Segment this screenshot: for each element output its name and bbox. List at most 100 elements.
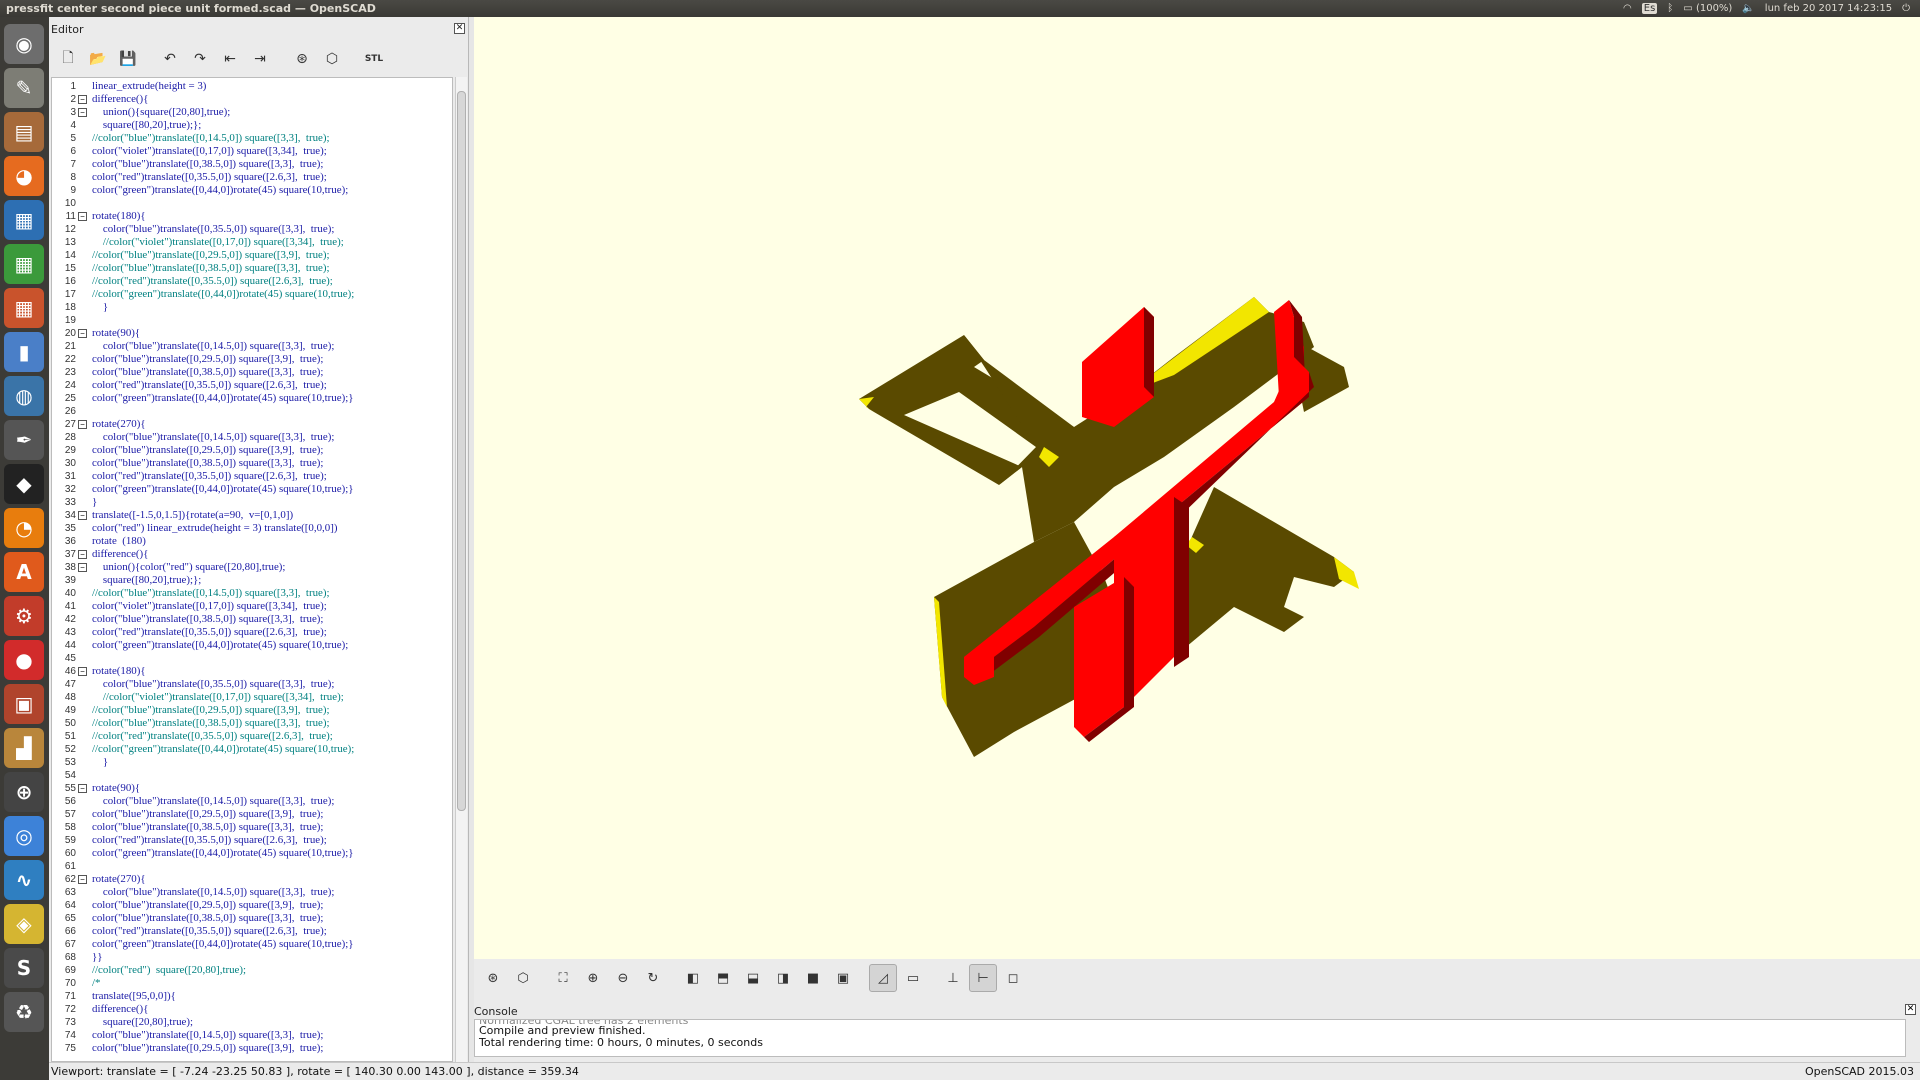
chair-icon[interactable]: ▟ <box>4 728 44 768</box>
code-editor[interactable]: 1 linear_extrude(height = 3) 2− difference(… <box>51 77 453 1062</box>
view-front-button[interactable]: ■ <box>799 964 827 992</box>
code-line[interactable]: 6 color("violet")translate([0,17,0]) squa… <box>52 145 452 158</box>
3d-viewport[interactable] <box>474 17 1920 959</box>
code-line[interactable]: 47 color("blue")translate([0,35.5,0]) sq… <box>52 678 452 691</box>
code-line[interactable]: 2− difference(){ <box>52 93 452 106</box>
code-line[interactable]: 51 //color("red")translate([0,35.5,0]) sq… <box>52 730 452 743</box>
indent-button[interactable]: ⇥ <box>247 46 273 72</box>
fold-toggle[interactable]: − <box>78 563 87 572</box>
code-line[interactable]: 61 <box>52 860 452 873</box>
export-stl-button[interactable]: STL <box>361 46 387 72</box>
console-output[interactable]: Normalized CGAL tree has 2 elementsCompi… <box>474 1019 1906 1057</box>
code-line[interactable]: 74 color("blue")translate([0,14.5,0]) squ… <box>52 1029 452 1042</box>
code-line[interactable]: 12 color("blue")translate([0,35.5,0]) sq… <box>52 223 452 236</box>
code-line[interactable]: 71 translate([95,0,0]){ <box>52 990 452 1003</box>
writer-icon[interactable]: ▦ <box>4 200 44 240</box>
archive-icon[interactable]: ▣ <box>4 684 44 724</box>
code-line[interactable]: 35 color("red") linear_extrude(height = 3… <box>52 522 452 535</box>
redo-button[interactable]: ↷ <box>187 46 213 72</box>
editor-render-button[interactable]: ⬡ <box>319 46 345 72</box>
calc-icon[interactable]: ▦ <box>4 244 44 284</box>
shutter-icon[interactable]: ◍ <box>4 376 44 416</box>
view-left-button[interactable]: ◨ <box>769 964 797 992</box>
code-line[interactable]: 46− rotate(180){ <box>52 665 452 678</box>
code-line[interactable]: 67 color("green")translate([0,44,0])rotat… <box>52 938 452 951</box>
view-all-button[interactable]: ⛶ <box>549 964 577 992</box>
code-line[interactable]: 24 color("red")translate([0,35.5,0]) squa… <box>52 379 452 392</box>
fold-toggle[interactable]: − <box>78 212 87 221</box>
view-bottom-button[interactable]: ⬓ <box>739 964 767 992</box>
settings-icon[interactable]: ⚙ <box>4 596 44 636</box>
inkscape-icon[interactable]: ✒ <box>4 420 44 460</box>
trash-icon[interactable]: ♻ <box>4 992 44 1032</box>
code-line[interactable]: 28 color("blue")translate([0,14.5,0]) sq… <box>52 431 452 444</box>
code-line[interactable]: 50 //color("blue")translate([0,38.5,0]) s… <box>52 717 452 730</box>
code-line[interactable]: 1 linear_extrude(height = 3) <box>52 80 452 93</box>
undo-button[interactable]: ↶ <box>157 46 183 72</box>
open-file-button[interactable]: 📂 <box>85 46 111 72</box>
keyboard-indicator[interactable]: Es <box>1641 3 1658 14</box>
impress-icon[interactable]: ▦ <box>4 288 44 328</box>
fold-toggle[interactable]: − <box>78 108 87 117</box>
code-line[interactable]: 54 <box>52 769 452 782</box>
code-line[interactable]: 19 <box>52 314 452 327</box>
bluetooth-icon[interactable]: ᛒ <box>1667 3 1673 14</box>
code-line[interactable]: 70 /* <box>52 977 452 990</box>
code-line[interactable]: 14 //color("blue")translate([0,29.5,0]) s… <box>52 249 452 262</box>
code-line[interactable]: 7 color("blue")translate([0,38.5,0]) squa… <box>52 158 452 171</box>
code-line[interactable]: 36 rotate (180) <box>52 535 452 548</box>
code-line[interactable]: 11− rotate(180){ <box>52 210 452 223</box>
firefox-icon[interactable]: ◕ <box>4 156 44 196</box>
code-line[interactable]: 15 //color("blue")translate([0,38.5,0]) s… <box>52 262 452 275</box>
orthogonal-button[interactable]: ▭ <box>899 964 927 992</box>
code-line[interactable]: 29 color("blue")translate([0,29.5,0]) squ… <box>52 444 452 457</box>
dash-icon[interactable]: ◉ <box>4 24 44 64</box>
code-line[interactable]: 48 //color("violet")translate([0,17,0]) … <box>52 691 452 704</box>
code-line[interactable]: 13 //color("violet")translate([0,17,0]) … <box>52 236 452 249</box>
code-line[interactable]: 16 //color("red")translate([0,35.5,0]) sq… <box>52 275 452 288</box>
sublime-icon[interactable]: S <box>4 948 44 988</box>
view-top-button[interactable]: ⬒ <box>709 964 737 992</box>
code-line[interactable]: 73 square([20,80],true); <box>52 1016 452 1029</box>
code-line[interactable]: 65 color("blue")translate([0,38.5,0]) squ… <box>52 912 452 925</box>
code-line[interactable]: 5 //color("blue")translate([0,14.5,0]) sq… <box>52 132 452 145</box>
code-line[interactable]: 34− translate([-1.5,0,1.5]){rotate(a=90, … <box>52 509 452 522</box>
code-line[interactable]: 8 color("red")translate([0,35.5,0]) squar… <box>52 171 452 184</box>
target-icon[interactable]: ⊕ <box>4 772 44 812</box>
code-line[interactable]: 4 square([80,20],true);}; <box>52 119 452 132</box>
code-line[interactable]: 20− rotate(90){ <box>52 327 452 340</box>
fold-toggle[interactable]: − <box>78 784 87 793</box>
files-icon[interactable]: ▤ <box>4 112 44 152</box>
code-line[interactable]: 3− union(){square([20,80],true); <box>52 106 452 119</box>
fold-toggle[interactable]: − <box>78 550 87 559</box>
fold-toggle[interactable]: − <box>78 667 87 676</box>
code-line[interactable]: 43 color("red")translate([0,35.5,0]) squa… <box>52 626 452 639</box>
view-back-button[interactable]: ▣ <box>829 964 857 992</box>
chrome-icon[interactable]: ◎ <box>4 816 44 856</box>
code-line[interactable]: 44 color("green")translate([0,44,0])rotat… <box>52 639 452 652</box>
show-edges-button[interactable]: ◻ <box>999 964 1027 992</box>
editor-close-button[interactable]: ✕ <box>454 23 465 34</box>
code-line[interactable]: 45 <box>52 652 452 665</box>
code-line[interactable]: 62− rotate(270){ <box>52 873 452 886</box>
editor-preview-button[interactable]: ⊛ <box>289 46 315 72</box>
power-icon[interactable]: ⏻ <box>1902 3 1910 14</box>
fold-toggle[interactable]: − <box>78 95 87 104</box>
code-line[interactable]: 56 color("blue")translate([0,14.5,0]) sq… <box>52 795 452 808</box>
code-line[interactable]: 72 difference(){ <box>52 1003 452 1016</box>
fold-toggle[interactable]: − <box>78 511 87 520</box>
unindent-button[interactable]: ⇤ <box>217 46 243 72</box>
code-line[interactable]: 53 } <box>52 756 452 769</box>
code-line[interactable]: 27− rotate(270){ <box>52 418 452 431</box>
code-line[interactable]: 38− union(){color("red") square([20,80],… <box>52 561 452 574</box>
code-line[interactable]: 25 color("green")translate([0,44,0])rotat… <box>52 392 452 405</box>
code-line[interactable]: 30 color("blue")translate([0,38.5,0]) squ… <box>52 457 452 470</box>
code-line[interactable]: 41 color("violet")translate([0,17,0]) squ… <box>52 600 452 613</box>
code-line[interactable]: 58 color("blue")translate([0,38.5,0]) squ… <box>52 821 452 834</box>
colors-icon[interactable]: ● <box>4 640 44 680</box>
code-line[interactable]: 49 //color("blue")translate([0,29.5,0]) s… <box>52 704 452 717</box>
inkscape-alt-icon[interactable]: ◆ <box>4 464 44 504</box>
code-line[interactable]: 33} <box>52 496 452 509</box>
volume-icon[interactable]: 🔈 <box>1742 3 1754 14</box>
code-line[interactable]: 55− rotate(90){ <box>52 782 452 795</box>
